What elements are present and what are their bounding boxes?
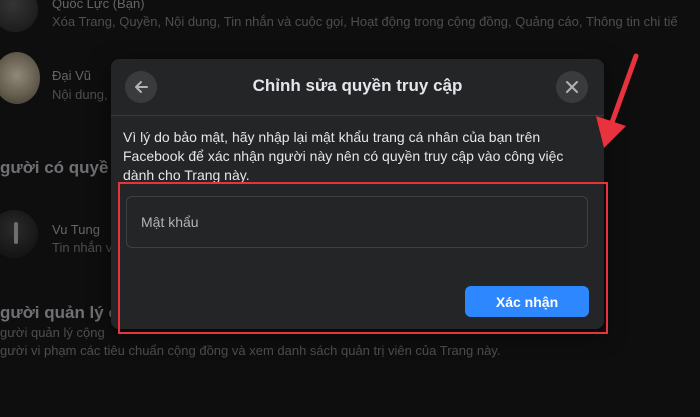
password-field[interactable]: Mật khẩu: [126, 196, 588, 248]
edit-access-dialog: Chỉnh sửa quyền truy cập Vì lý do bảo mậ…: [111, 59, 604, 329]
red-arrow-icon: [596, 53, 639, 148]
dialog-title: Chỉnh sửa quyền truy cập: [252, 76, 463, 95]
password-placeholder: Mật khẩu: [141, 214, 199, 230]
close-icon: [566, 81, 578, 93]
confirm-button[interactable]: Xác nhận: [465, 286, 589, 317]
close-button[interactable]: [556, 71, 588, 103]
dialog-header: Chỉnh sửa quyền truy cập: [111, 59, 604, 116]
dialog-description: Vì lý do bảo mật, hãy nhập lại mật khẩu …: [123, 129, 564, 183]
